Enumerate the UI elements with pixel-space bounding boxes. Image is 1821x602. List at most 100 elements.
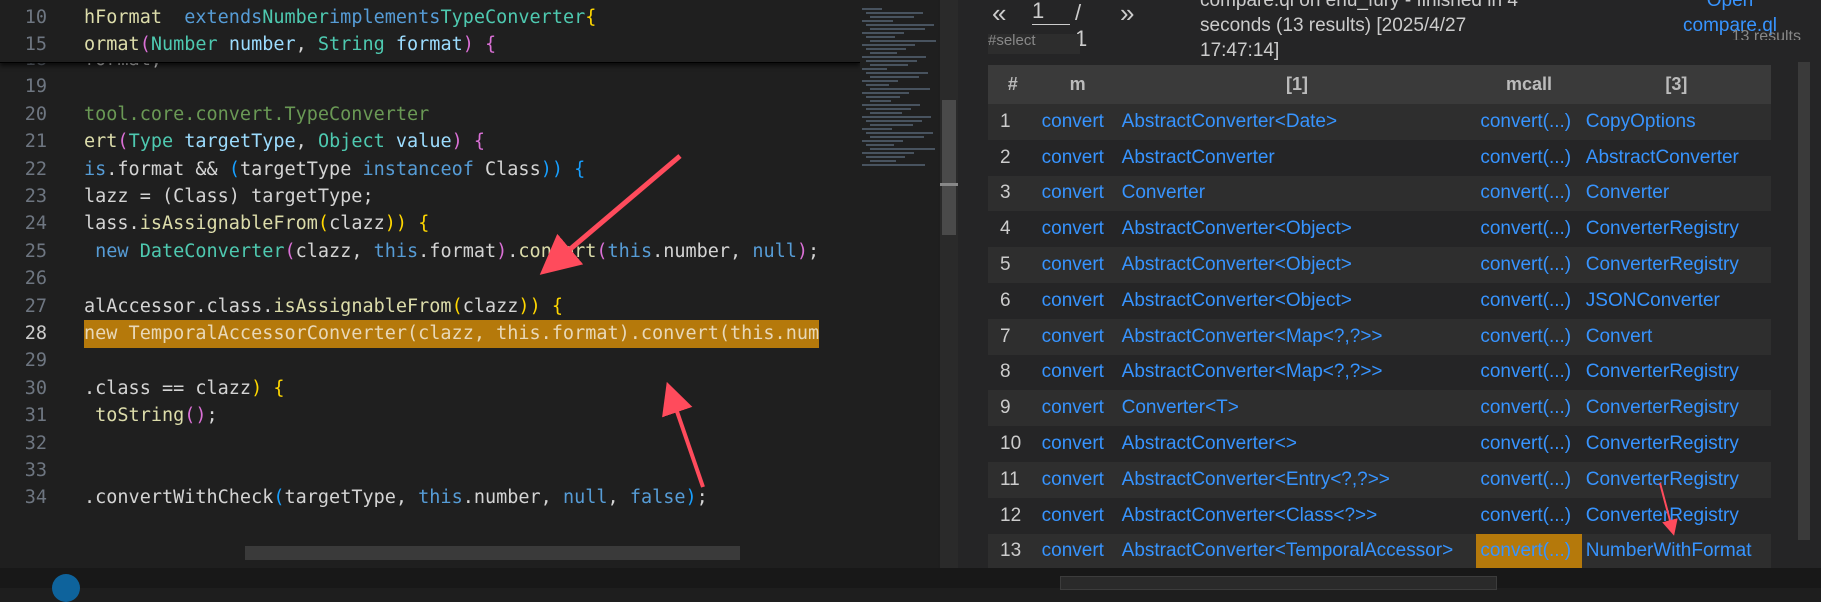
result-link[interactable]: AbstractConverter<Entry<?,?>> — [1117, 461, 1477, 498]
code-line[interactable]: 31 toString(); — [0, 402, 860, 430]
code-token: ; — [808, 240, 820, 262]
result-link[interactable]: convert — [1037, 247, 1118, 283]
code-line[interactable]: 23 lazz = (Class) targetType; — [0, 183, 860, 211]
result-link[interactable]: JSONConverter — [1581, 282, 1771, 319]
panel-divider[interactable] — [958, 0, 980, 568]
result-link[interactable]: Converter — [1117, 175, 1477, 212]
code-line[interactable]: 20 tool.core.convert.TypeConverter — [0, 101, 860, 129]
next-page-button[interactable]: » — [1120, 0, 1134, 29]
result-link[interactable]: ConverterRegistry — [1581, 497, 1771, 534]
code-line[interactable]: 26 — [0, 265, 860, 293]
result-link[interactable]: AbstractConverter — [1581, 139, 1771, 176]
code-token: this — [373, 240, 419, 262]
minimap-line — [866, 72, 928, 74]
column-header[interactable]: m — [1037, 65, 1118, 104]
result-link[interactable]: AbstractConverter<Object> — [1117, 247, 1477, 283]
code-token: new — [84, 240, 129, 262]
account-icon[interactable] — [52, 574, 80, 602]
result-link[interactable]: convert — [1037, 282, 1118, 319]
result-link[interactable]: CopyOptions — [1581, 104, 1771, 140]
table-row: 10 convert AbstractConverter<> convert(...)… — [988, 426, 1771, 462]
code-line[interactable]: 22 is.format && (targetType instanceof Cl… — [0, 156, 860, 184]
code-editor[interactable]: 10 hFormat extendsNumberimplementsTypeCon… — [0, 0, 860, 568]
code-line[interactable]: 15 ormat(Number number, String format) { — [0, 31, 860, 59]
column-header[interactable]: [1] — [1117, 65, 1477, 104]
minimap-line — [870, 16, 914, 18]
result-link[interactable]: AbstractConverter<Object> — [1117, 282, 1477, 319]
result-link[interactable]: convert — [1037, 533, 1118, 568]
result-link[interactable]: AbstractConverter<Class<?>> — [1117, 497, 1477, 534]
result-link[interactable]: convert(...) — [1476, 533, 1582, 568]
code-line[interactable]: 21 ert(Type targetType, Object value) { — [0, 128, 860, 156]
code-line[interactable]: 19 — [0, 73, 860, 101]
result-link[interactable]: Converter — [1581, 175, 1771, 212]
code-line[interactable]: 28 new TemporalAccessorConverter(clazz, t… — [0, 320, 860, 348]
result-link[interactable]: convert — [1037, 354, 1118, 391]
result-link[interactable]: convert(...) — [1476, 211, 1582, 248]
code-token: Number — [262, 7, 330, 28]
page-number-input[interactable] — [1032, 0, 1070, 25]
result-link[interactable]: ConverterRegistry — [1581, 461, 1771, 498]
minimap[interactable] — [858, 0, 938, 568]
result-link[interactable]: convert(...) — [1476, 390, 1582, 427]
results-scrollbar[interactable] — [1798, 62, 1810, 540]
result-link[interactable]: convert — [1037, 497, 1118, 534]
result-link[interactable]: convert(...) — [1476, 497, 1582, 534]
result-link[interactable]: AbstractConverter<Object> — [1117, 211, 1477, 248]
result-link[interactable]: ConverterRegistry — [1581, 211, 1771, 248]
result-link[interactable]: convert — [1037, 461, 1118, 498]
code-line[interactable]: 24 lass.isAssignableFrom(clazz)) { — [0, 210, 860, 238]
result-link[interactable]: Convert — [1581, 318, 1771, 355]
code-line[interactable]: 10 hFormat extendsNumberimplementsTypeCon… — [0, 4, 860, 32]
result-link[interactable]: ConverterRegistry — [1581, 426, 1771, 462]
result-link[interactable]: convert(...) — [1476, 139, 1582, 176]
result-set-selector[interactable]: #select — [988, 34, 1080, 54]
result-link[interactable]: NumberWithFormat — [1581, 533, 1771, 568]
prev-page-button[interactable]: « — [992, 0, 1006, 29]
minimap-line — [870, 28, 925, 30]
result-link[interactable]: convert(...) — [1476, 461, 1582, 498]
code-line[interactable]: 30 .class == clazz) { — [0, 375, 860, 403]
result-link[interactable]: convert — [1037, 139, 1118, 176]
result-link[interactable]: ConverterRegistry — [1581, 390, 1771, 427]
result-link[interactable]: convert — [1037, 426, 1118, 462]
row-index: 3 — [988, 175, 1038, 212]
editor-horizontal-scrollbar[interactable] — [245, 546, 740, 560]
scrollbar-thumb[interactable] — [942, 100, 956, 235]
code-line[interactable]: 32 — [0, 430, 860, 458]
result-link[interactable]: ConverterRegistry — [1581, 247, 1771, 283]
code-token: tool.core.convert.TypeConverter — [84, 103, 430, 125]
code-token: extends — [184, 7, 263, 28]
result-link[interactable]: convert — [1037, 104, 1118, 140]
code-line[interactable]: 25 new DateConverter(clazz, this.format)… — [0, 238, 860, 266]
result-link[interactable]: AbstractConverter<Map<?,?>> — [1117, 318, 1477, 355]
result-link[interactable]: AbstractConverter<> — [1117, 426, 1477, 462]
result-link[interactable]: ConverterRegistry — [1581, 354, 1771, 391]
result-link[interactable]: AbstractConverter<Date> — [1117, 104, 1477, 140]
column-header[interactable]: [3] — [1581, 65, 1771, 104]
code-line[interactable]: 29 — [0, 347, 860, 375]
editor-vertical-scrollbar[interactable] — [940, 0, 958, 568]
code-token: ) — [384, 213, 396, 235]
result-link[interactable]: Converter<T> — [1117, 390, 1477, 427]
result-link[interactable]: convert(...) — [1476, 104, 1582, 140]
code-line[interactable]: 34 .convertWithCheck(targetType, this.num… — [0, 484, 860, 512]
column-header[interactable]: # — [988, 65, 1038, 104]
result-link[interactable]: convert — [1037, 211, 1118, 248]
result-link[interactable]: AbstractConverter<TemporalAccessor> — [1117, 533, 1477, 568]
code-line[interactable]: 33 — [0, 457, 860, 485]
result-link[interactable]: convert — [1037, 318, 1118, 355]
result-link[interactable]: AbstractConverter<Map<?,?>> — [1117, 354, 1477, 391]
result-link[interactable]: convert — [1037, 175, 1118, 212]
code-line[interactable]: 27 alAccessor.class.isAssignableFrom(claz… — [0, 293, 860, 321]
result-link[interactable]: AbstractConverter — [1117, 139, 1477, 176]
result-link[interactable]: convert(...) — [1476, 175, 1582, 212]
result-link[interactable]: convert(...) — [1476, 247, 1582, 283]
result-link[interactable]: convert(...) — [1476, 318, 1582, 355]
column-header[interactable]: mcall — [1476, 65, 1582, 104]
result-link[interactable]: convert(...) — [1476, 282, 1582, 319]
result-link[interactable]: convert(...) — [1476, 354, 1582, 391]
result-link[interactable]: convert — [1037, 390, 1118, 427]
result-link[interactable]: convert(...) — [1476, 426, 1582, 462]
row-index: 13 — [988, 533, 1038, 568]
